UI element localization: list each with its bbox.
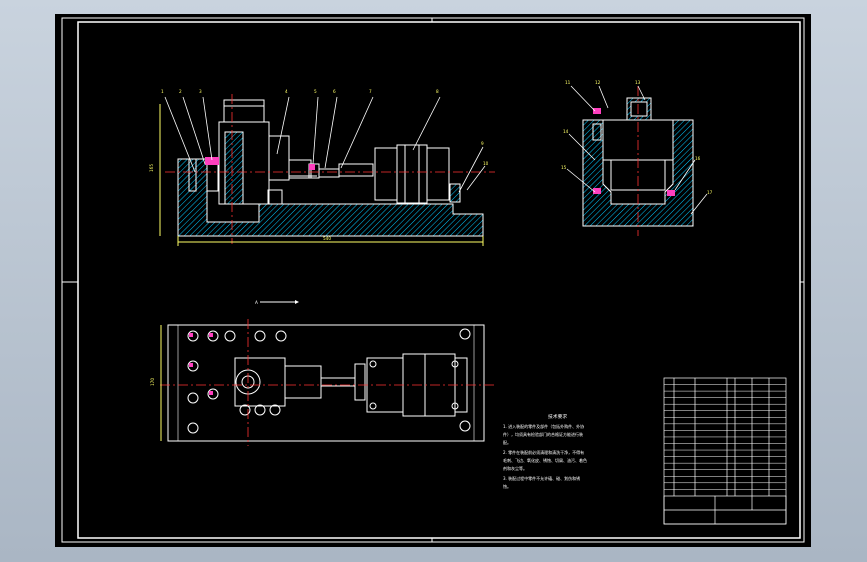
top-view: [160, 319, 495, 446]
balloon-6: 6: [333, 89, 336, 94]
tech-line-5: 毛刺、飞边、氧化皮、锈蚀、切屑、油污、着色: [503, 457, 587, 463]
balloon-1: 1: [161, 89, 164, 94]
cad-viewport[interactable]: 1 2 3 4 5 6 7 8 9 10 165 540 11 12 13 14…: [55, 14, 811, 547]
tech-line-3: 配。: [503, 440, 511, 445]
side-view: [566, 85, 708, 236]
title-block: [663, 495, 787, 525]
dim-width: 170: [150, 378, 155, 386]
tech-line-6: 剂和灰尘等。: [503, 465, 527, 471]
balloon-5: 5: [314, 89, 317, 94]
balloon-3: 3: [199, 89, 202, 94]
parts-list-rows: [664, 384, 786, 490]
balloon-9: 9: [481, 141, 484, 146]
balloon-13: 13: [635, 80, 641, 85]
tech-line-8: 蚀。: [503, 483, 511, 489]
balloon-10: 10: [483, 161, 489, 166]
balloon-17: 17: [707, 190, 713, 195]
dim-length: 540: [323, 236, 331, 241]
balloon-8: 8: [436, 89, 439, 94]
tech-line-1: 1. 进入装配的零件及部件（包括外购件、外协: [503, 423, 584, 429]
section-label: A: [255, 300, 258, 305]
front-view: [165, 94, 495, 244]
tech-title: 技术要求: [548, 413, 567, 420]
balloon-11: 11: [565, 80, 571, 85]
balloon-4: 4: [285, 89, 288, 94]
balloon-14: 14: [563, 129, 569, 134]
technical-requirements: 技术要求 1. 进入装配的零件及部件（包括外购件、外协 件），均须具有检验部门的…: [503, 413, 587, 489]
cad-drawing: 1 2 3 4 5 6 7 8 9 10 165 540 11 12 13 14…: [61, 17, 805, 543]
balloon-2: 2: [179, 89, 182, 94]
tech-line-2: 件），均须具有检验部门的合格证方能进行装: [503, 431, 583, 437]
balloon-7: 7: [369, 89, 372, 94]
tech-line-7: 3. 装配过程中零件不允许磕、碰、划伤和锈: [503, 475, 580, 481]
tech-line-4: 2. 零件在装配前必须清理和清洗干净，不得有: [503, 449, 584, 455]
section-marker: [260, 300, 299, 304]
balloon-16: 16: [695, 156, 701, 161]
balloon-12: 12: [595, 80, 601, 85]
dim-height: 165: [149, 164, 154, 172]
parts-list: [663, 377, 787, 525]
balloon-15: 15: [561, 165, 567, 170]
